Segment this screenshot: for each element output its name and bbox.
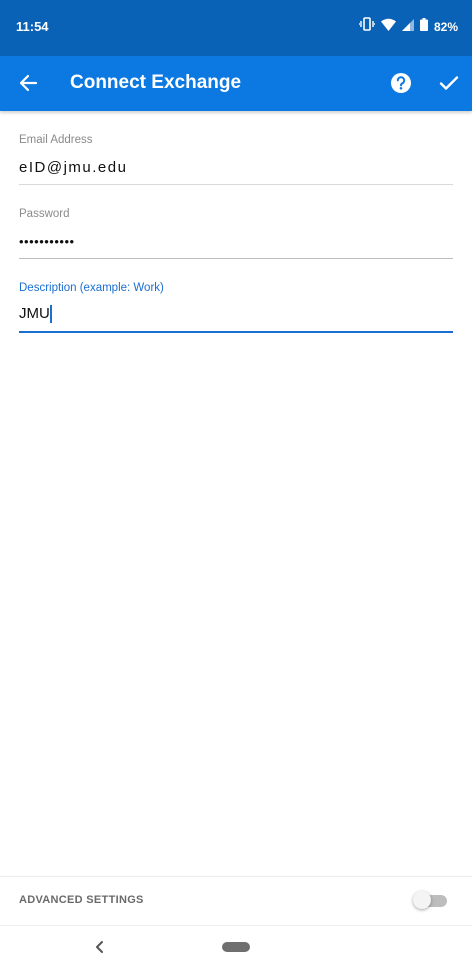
status-icons: 82%: [358, 17, 458, 36]
nav-home-button[interactable]: [222, 942, 250, 952]
nav-back-button[interactable]: [92, 938, 108, 956]
password-field[interactable]: [19, 231, 453, 251]
vibrate-icon: [358, 17, 376, 36]
email-field-group: Email Address: [19, 134, 453, 177]
wifi-icon: [380, 18, 396, 36]
password-field-group: Password: [19, 208, 453, 251]
description-field-group: Description (example: Work) JMU: [19, 282, 453, 325]
password-underline: [19, 258, 453, 259]
description-value: JMU: [19, 305, 50, 322]
save-button[interactable]: [437, 71, 461, 95]
battery-icon: [419, 17, 428, 36]
signal-icon: [401, 18, 414, 36]
help-icon: [390, 73, 412, 98]
battery-percent: 82%: [433, 19, 458, 34]
description-field[interactable]: JMU: [19, 305, 453, 325]
help-button[interactable]: [390, 72, 412, 94]
chevron-left-icon: [92, 941, 108, 960]
text-cursor: [49, 305, 52, 324]
app-bar: Connect Exchange: [0, 56, 472, 111]
divider: [0, 876, 472, 877]
email-field[interactable]: [19, 157, 453, 177]
system-nav-bar: [0, 925, 472, 971]
page-title: Connect Exchange: [70, 72, 242, 93]
description-label: Description (example: Work): [19, 282, 164, 294]
status-time: 11:54: [16, 19, 49, 34]
description-underline: [19, 331, 453, 333]
email-label: Email Address: [19, 134, 93, 146]
toggle-thumb: [413, 891, 431, 909]
status-bar: 11:54 82%: [0, 0, 472, 56]
email-underline: [19, 184, 453, 185]
advanced-settings-toggle[interactable]: [413, 891, 447, 909]
password-label: Password: [19, 208, 70, 220]
back-button[interactable]: [16, 70, 42, 96]
arrow-left-icon: [16, 74, 42, 100]
checkmark-icon: [437, 76, 461, 99]
advanced-settings-label: ADVANCED SETTINGS: [19, 894, 144, 906]
